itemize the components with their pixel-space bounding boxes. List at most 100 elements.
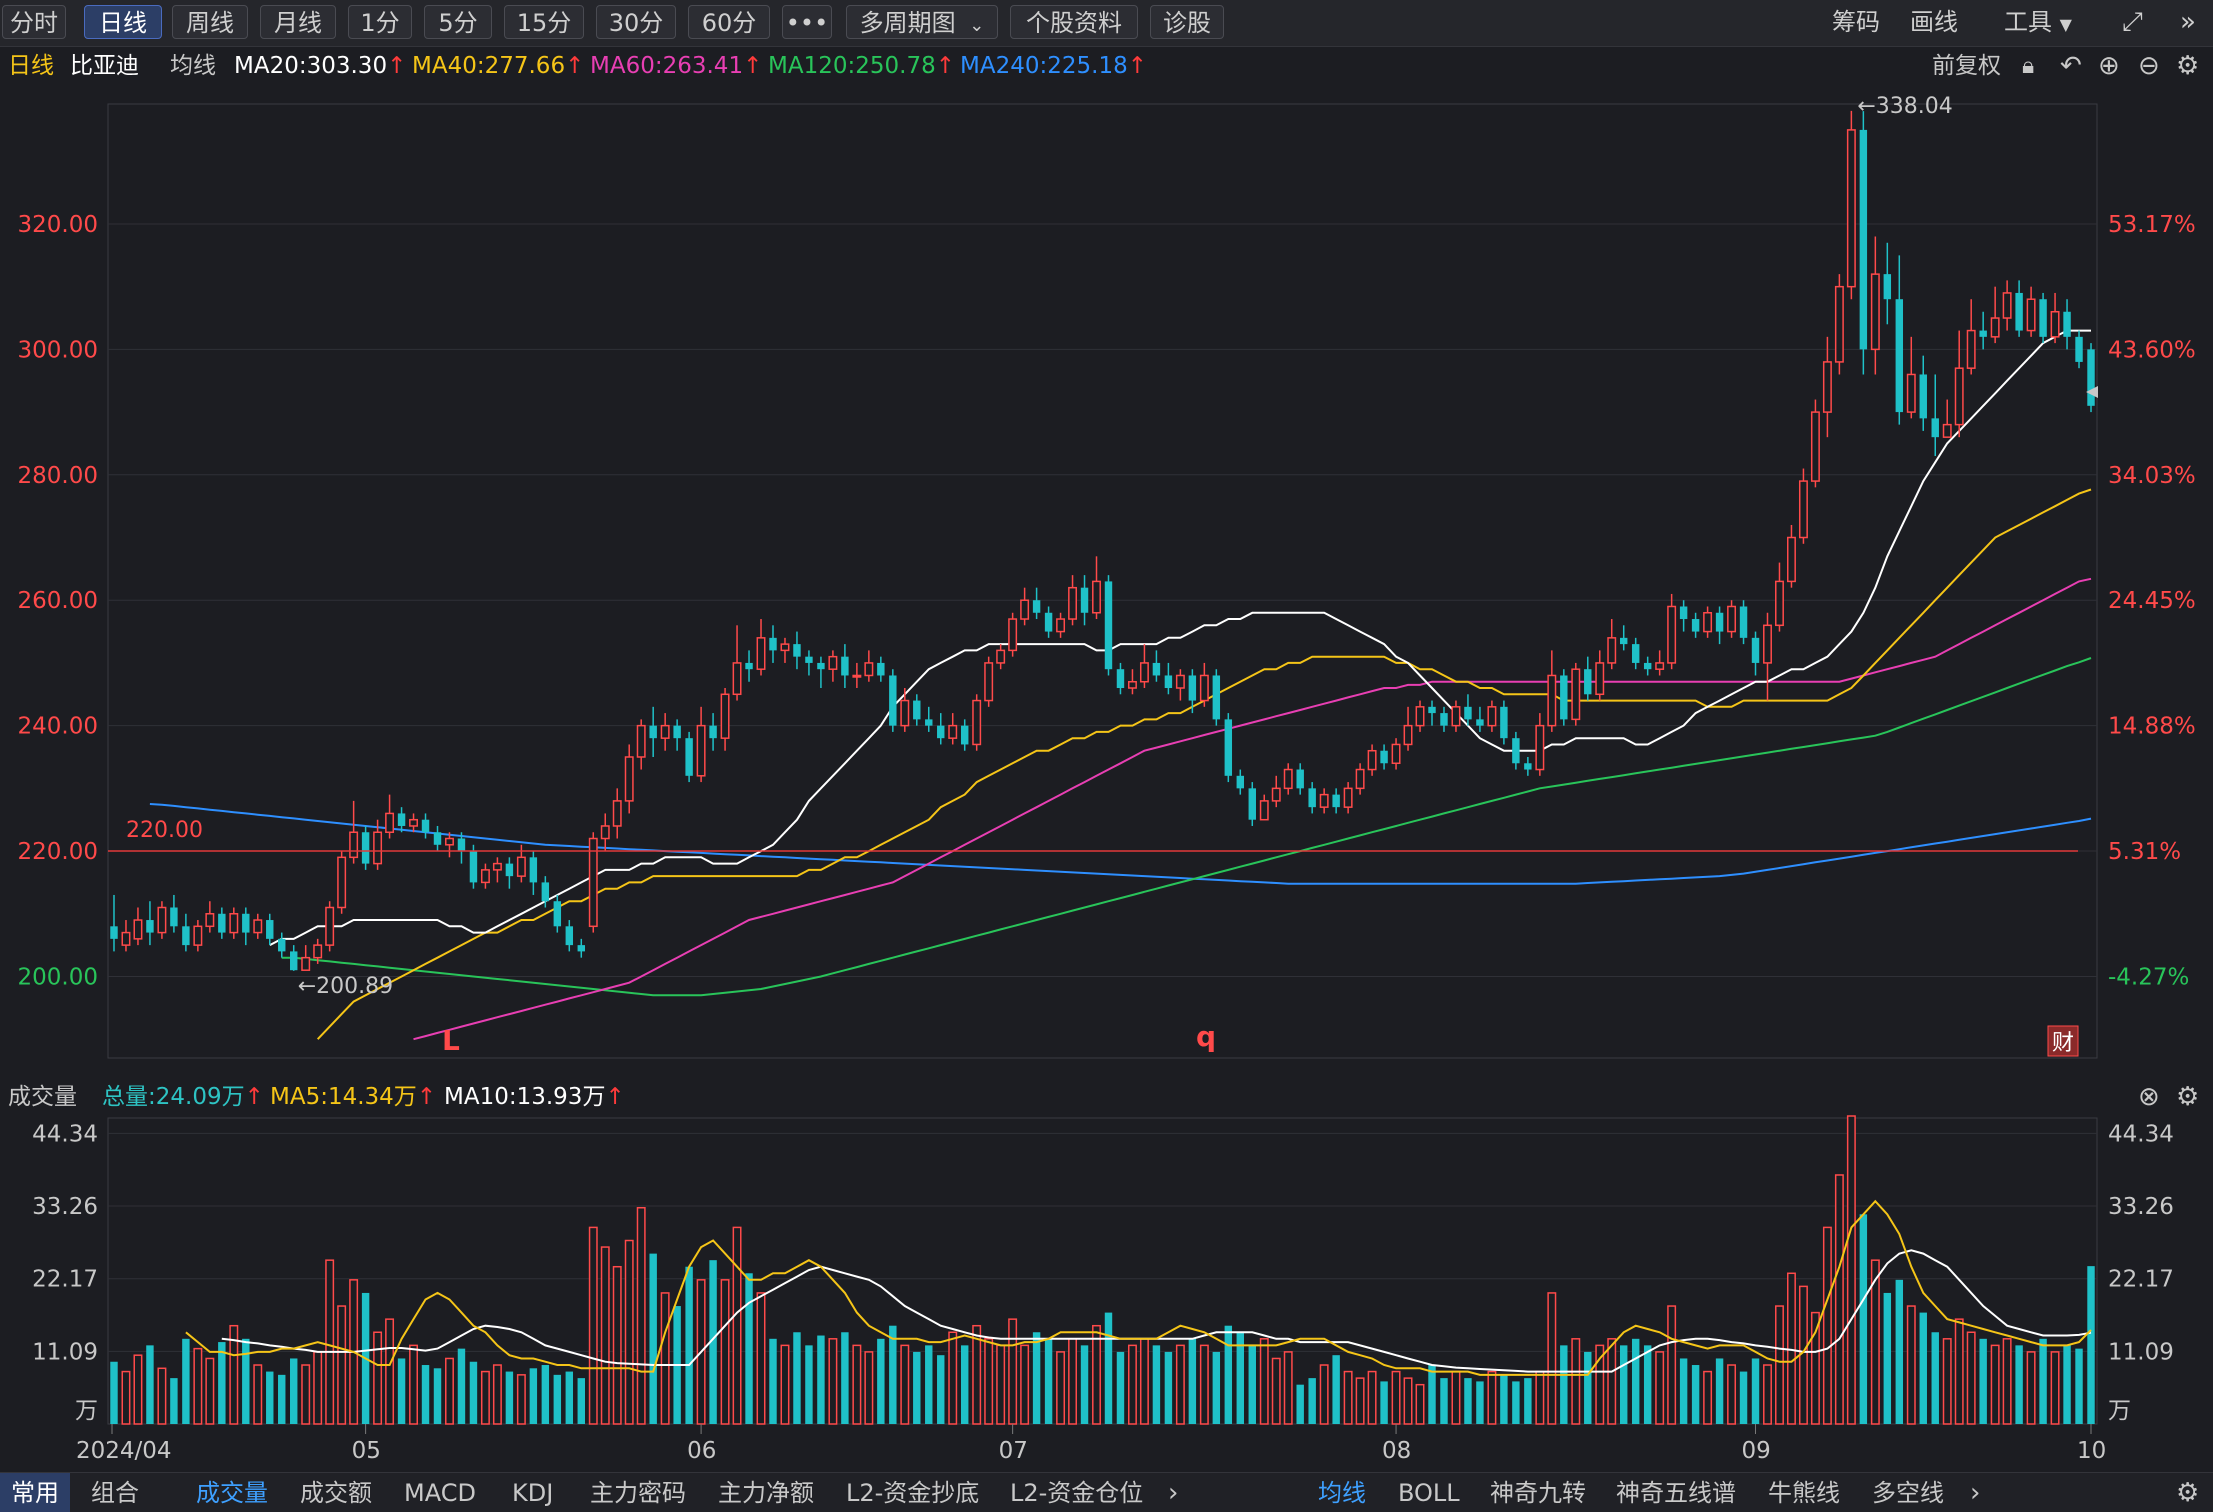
candle-body (1775, 580, 1784, 627)
tab-l2-position[interactable]: L2-资金仓位 (1010, 1473, 1143, 1512)
volume-bar (1248, 1345, 1256, 1424)
volume-bar (852, 1344, 862, 1425)
tab-main-code[interactable]: 主力密码 (590, 1473, 686, 1512)
tab-volume[interactable]: 成交量 (196, 1473, 268, 1512)
volume-bar (1428, 1365, 1436, 1424)
candle (1139, 644, 1149, 689)
volume-bar (433, 1368, 442, 1424)
period-tab-weekly[interactable]: 周线 (172, 5, 248, 39)
candle-body (146, 920, 154, 933)
volume-bar (1188, 1338, 1197, 1424)
tab-common[interactable]: 常用 (0, 1473, 70, 1512)
candle-body (266, 920, 274, 939)
candle-body (1487, 706, 1497, 727)
tab-kdj[interactable]: KDJ (512, 1473, 553, 1512)
volume-bar (1152, 1345, 1161, 1424)
volume-bar (720, 1279, 730, 1425)
diagnose-button[interactable]: 诊股 (1150, 5, 1224, 39)
volume-bar (541, 1365, 550, 1424)
candle (1271, 775, 1281, 808)
stock-profile-button[interactable]: 个股资料 (1010, 5, 1138, 39)
candle-body (2015, 292, 2023, 331)
period-tab-1min[interactable]: 1分 (348, 5, 412, 39)
candle-body (1500, 706, 1508, 739)
volume-chart[interactable]: 44.34 44.34 33.26 33.26 22.17 22.17 11.09 11.09… (0, 1114, 2213, 1472)
candle (1786, 524, 1796, 588)
candle (1883, 242, 1892, 325)
chips-button[interactable]: 筹码 (1832, 5, 1880, 39)
tab-ma[interactable]: 均线 (1318, 1473, 1366, 1512)
candle (805, 650, 813, 676)
candle-body (828, 655, 838, 670)
volume-bar (1020, 1344, 1030, 1425)
volume-bar (636, 1206, 646, 1425)
period-tab-daily[interactable]: 日线 (84, 5, 162, 39)
tab-l2-bottom[interactable]: L2-资金抄底 (846, 1473, 979, 1512)
multi-period-button[interactable]: 多周期图 ⌄ (846, 5, 998, 39)
period-tab-monthly[interactable]: 月线 (260, 5, 336, 39)
volume-bar (1415, 1383, 1425, 1425)
candle-body (361, 832, 370, 864)
candle-body (1919, 374, 1927, 419)
settings-gear-icon[interactable]: ⚙ (2176, 48, 2199, 84)
tab-macd[interactable]: MACD (404, 1473, 476, 1512)
tab-long-short[interactable]: 多空线 (1872, 1473, 1944, 1512)
candle-body (157, 906, 167, 934)
ma-label[interactable]: 均线 (170, 48, 216, 84)
volume-bar (205, 1357, 215, 1425)
indicator-settings-icon[interactable]: ⚙ (2176, 1080, 2199, 1114)
zoom-out-icon[interactable]: ⊖ (2138, 48, 2160, 84)
candle-body (1655, 662, 1665, 670)
candle-body (1415, 706, 1425, 727)
tab-main-net[interactable]: 主力净额 (718, 1473, 814, 1512)
volume-bar (565, 1371, 574, 1424)
volume-bar (445, 1357, 454, 1425)
volume-bar (1008, 1318, 1018, 1425)
more-periods-button[interactable]: ••• (782, 5, 832, 39)
candle (1679, 600, 1688, 632)
chevron-right-icon[interactable]: › (1970, 1473, 1980, 1512)
candle-body (205, 913, 215, 928)
candle (385, 794, 395, 839)
double-chevron-right-icon[interactable]: » (2180, 5, 2196, 39)
tools-button[interactable]: 工具 ▼ (2004, 5, 2072, 39)
candle-body (1859, 129, 1868, 350)
fullscreen-icon[interactable]: ⤢ (2122, 5, 2143, 39)
candle (1870, 236, 1880, 375)
zoom-in-icon[interactable]: ⊕ (2098, 48, 2120, 84)
price-chart[interactable]: 320.00 300.00 280.00 260.00 240.00 220.00 200.… (0, 86, 2213, 1066)
bottom-settings-icon[interactable]: ⚙ (2176, 1473, 2199, 1512)
volume-bar (1139, 1338, 1149, 1425)
candle-body (1380, 750, 1388, 764)
tab-bull-bear[interactable]: 牛熊线 (1768, 1473, 1840, 1512)
adjust-mode-button[interactable]: 前复权 (1932, 48, 2001, 84)
period-tab-30min[interactable]: 30分 (596, 5, 676, 39)
candle-body (1667, 605, 1677, 664)
undo-icon[interactable]: ↶ (2060, 48, 2082, 84)
tab-combo[interactable]: 组合 (80, 1473, 150, 1512)
period-tab-fenshi[interactable]: 分时 (2, 5, 66, 39)
tab-turnover[interactable]: 成交额 (300, 1473, 372, 1512)
period-tab-15min[interactable]: 15分 (504, 5, 584, 39)
tab-boll[interactable]: BOLL (1398, 1473, 1460, 1512)
period-tab-60min[interactable]: 60分 (688, 5, 770, 39)
chevron-right-icon[interactable]: › (1168, 1473, 1178, 1512)
volume-tick-right: 44.34 (2108, 1121, 2174, 1147)
tab-magic-five[interactable]: 神奇五线谱 (1616, 1473, 1736, 1512)
candle (229, 907, 239, 939)
candle-body (133, 919, 143, 940)
price-tick-left: 200.00 (18, 964, 98, 990)
candle-body (301, 956, 311, 971)
volume-bar (1584, 1351, 1592, 1424)
price-tick-right: -4.27% (2108, 964, 2189, 990)
candle-body (1798, 480, 1808, 539)
close-indicator-icon[interactable]: ⊗ (2138, 1080, 2160, 1114)
tab-magic-nine[interactable]: 神奇九转 (1490, 1473, 1586, 1512)
x-tick-label: 07 (999, 1438, 1028, 1464)
lock-icon[interactable]: 🔒︎ (2022, 48, 2034, 84)
period-tab-5min[interactable]: 5分 (424, 5, 492, 39)
candle-body (433, 832, 442, 845)
candle-body (1643, 662, 1652, 670)
volume-bar (1942, 1338, 1952, 1425)
draw-line-button[interactable]: 画线 (1910, 5, 1958, 39)
